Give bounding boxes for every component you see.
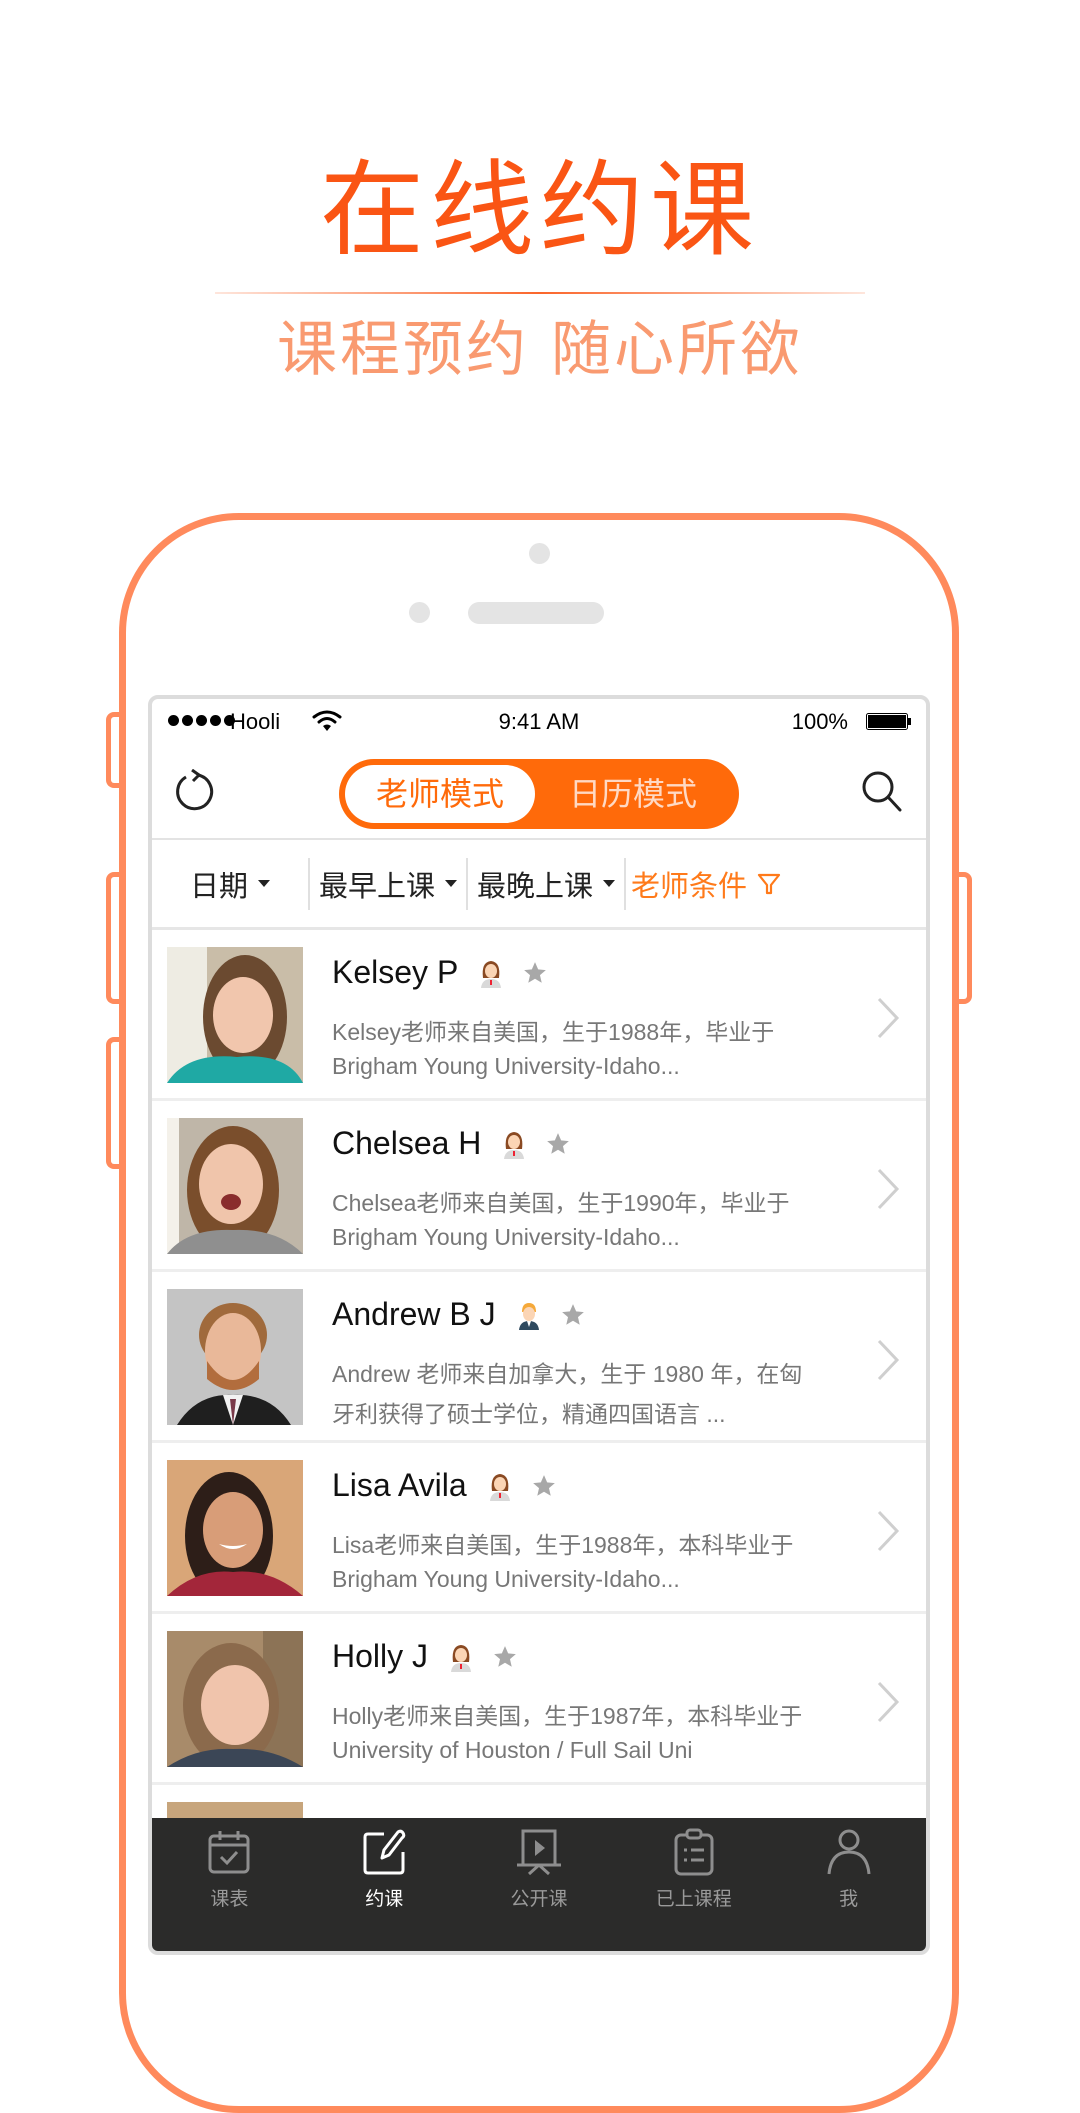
phone-screen: Hooli 9:41 AM 100% 老师模式 日历模式 日期 最早上课 最晚上… (148, 695, 930, 1955)
status-bar: Hooli 9:41 AM 100% (152, 703, 926, 743)
battery-percentage: 100% (791, 709, 848, 734)
teacher-avatar (167, 1289, 303, 1425)
teacher-description: University of Houston / Full Sail Uni (332, 1737, 693, 1763)
calendar-check-icon (208, 1831, 250, 1874)
phone-camera (529, 543, 550, 564)
teacher-conditions-label: 老师条件 (630, 868, 747, 903)
teacher-row[interactable]: Chelsea H Chelsea老师来自美国，生于1990年，毕业于 Brig… (152, 1101, 926, 1272)
promo-subtitle: 课程预约 随心所欲 (276, 315, 804, 385)
phone-mute-switch (106, 712, 122, 788)
filter-bar: 日期 最早上课 最晚上课 老师条件 (152, 840, 926, 930)
teacher-name: Andrew B J (332, 1296, 496, 1332)
tab-label: 已上课程 (655, 1888, 732, 1910)
phone-speaker (468, 602, 604, 624)
tab-schedule[interactable]: 课表 (152, 1818, 307, 1951)
teacher-description: 牙利获得了硕士学位，精通四国语言 ... (332, 1401, 726, 1427)
earliest-class-label: 最早上课 (318, 868, 435, 903)
teacher-name-line: Chelsea H (332, 1125, 571, 1162)
tab-book-class[interactable]: 约课 (307, 1818, 462, 1951)
chevron-right-icon (877, 997, 900, 1039)
earliest-class-dropdown[interactable]: 最早上课 (310, 840, 466, 927)
teacher-avatar (167, 1631, 303, 1767)
female-teacher-icon (504, 1131, 525, 1159)
teacher-description: Lisa老师来自美国，生于1988年，本科毕业于 (332, 1532, 794, 1558)
teacher-conditions-filter[interactable]: 老师条件 (626, 840, 786, 927)
tab-open-class[interactable]: 公开课 (462, 1818, 617, 1951)
female-teacher-icon (489, 1473, 510, 1501)
tab-bar: 课表 约课 公开课 已上课程 我 (152, 1818, 926, 1951)
tab-label: 我 (839, 1888, 859, 1910)
teacher-row[interactable]: Kelsey P Kelsey老师来自美国，生于1988年，毕业于 Brigha… (152, 930, 926, 1101)
teacher-name-line: Lisa Avila (332, 1467, 557, 1504)
teacher-name: Lisa Avila (332, 1467, 467, 1503)
phone-sensor (409, 602, 430, 623)
mode-toggle: 老师模式 日历模式 (339, 759, 739, 829)
chevron-right-icon (877, 1339, 900, 1381)
chevron-right-icon (877, 1510, 900, 1552)
tab-me[interactable]: 我 (771, 1818, 926, 1951)
presentation-icon (516, 1829, 561, 1876)
caret-down-icon (445, 880, 457, 887)
male-teacher-icon (518, 1302, 539, 1330)
teacher-name: Kelsey P (332, 954, 459, 990)
tab-label: 课表 (210, 1888, 249, 1910)
caret-down-icon (603, 880, 615, 887)
favorite-star-icon[interactable] (531, 1473, 557, 1499)
favorite-star-icon[interactable] (560, 1302, 586, 1328)
female-teacher-icon (481, 960, 502, 988)
battery-icon (866, 713, 911, 730)
search-icon[interactable] (860, 769, 904, 813)
phone-volume-down-button (106, 1037, 122, 1169)
teacher-description: Brigham Young University-Idaho... (332, 1053, 680, 1079)
phone-volume-up-button (106, 872, 122, 1004)
teacher-description: Brigham Young University-Idaho... (332, 1566, 680, 1592)
date-filter-dropdown[interactable]: 日期 (152, 840, 308, 927)
clipboard-list-icon (674, 1828, 714, 1876)
teacher-description: Andrew 老师来自加拿大，生于 1980 年，在匈 (332, 1361, 803, 1387)
teacher-row[interactable]: Andrew B J Andrew 老师来自加拿大，生于 1980 年，在匈 牙… (152, 1272, 926, 1443)
teacher-avatar (167, 947, 303, 1083)
teacher-mode-tab[interactable]: 老师模式 (345, 765, 535, 823)
teacher-name: Chelsea H (332, 1125, 482, 1161)
favorite-star-icon[interactable] (545, 1131, 571, 1157)
teacher-avatar (167, 1460, 303, 1596)
calendar-mode-tab[interactable]: 日历模式 (535, 765, 731, 823)
filter-icon (757, 873, 781, 894)
edit-icon (363, 1829, 406, 1875)
teacher-description: Holly老师来自美国，生于1987年，本科毕业于 (332, 1703, 803, 1729)
tab-label: 公开课 (510, 1888, 568, 1910)
latest-class-dropdown[interactable]: 最晚上课 (468, 840, 624, 927)
teacher-name-line: Holly J (332, 1638, 518, 1675)
phone-power-button (956, 872, 972, 1004)
teacher-name-line: Kelsey P (332, 954, 548, 991)
nav-bar: 老师模式 日历模式 (152, 743, 926, 840)
tab-past-courses[interactable]: 已上课程 (616, 1818, 771, 1951)
date-filter-label: 日期 (189, 868, 248, 903)
refresh-icon[interactable] (172, 769, 216, 813)
user-icon (827, 1829, 871, 1875)
teacher-row[interactable]: Lisa Avila Lisa老师来自美国，生于1988年，本科毕业于 Brig… (152, 1443, 926, 1614)
promo-divider (215, 292, 865, 294)
caret-down-icon (258, 880, 270, 887)
teacher-description: Kelsey老师来自美国，生于1988年，毕业于 (332, 1019, 775, 1045)
favorite-star-icon[interactable] (522, 960, 548, 986)
teacher-description: Chelsea老师来自美国，生于1990年，毕业于 (332, 1190, 790, 1216)
teacher-name-line: Andrew B J (332, 1296, 586, 1333)
latest-class-label: 最晚上课 (476, 868, 593, 903)
teacher-row[interactable]: Holly J Holly老师来自美国，生于1987年，本科毕业于 Univer… (152, 1614, 926, 1785)
chevron-right-icon (877, 1168, 900, 1210)
female-teacher-icon (451, 1644, 472, 1672)
favorite-star-icon[interactable] (492, 1644, 518, 1670)
teacher-description: Brigham Young University-Idaho... (332, 1224, 680, 1250)
teacher-avatar (167, 1118, 303, 1254)
teacher-name: Holly J (332, 1638, 429, 1674)
tab-label: 约课 (365, 1888, 404, 1910)
chevron-right-icon (877, 1681, 900, 1723)
promo-title: 在线约课 (319, 149, 760, 271)
